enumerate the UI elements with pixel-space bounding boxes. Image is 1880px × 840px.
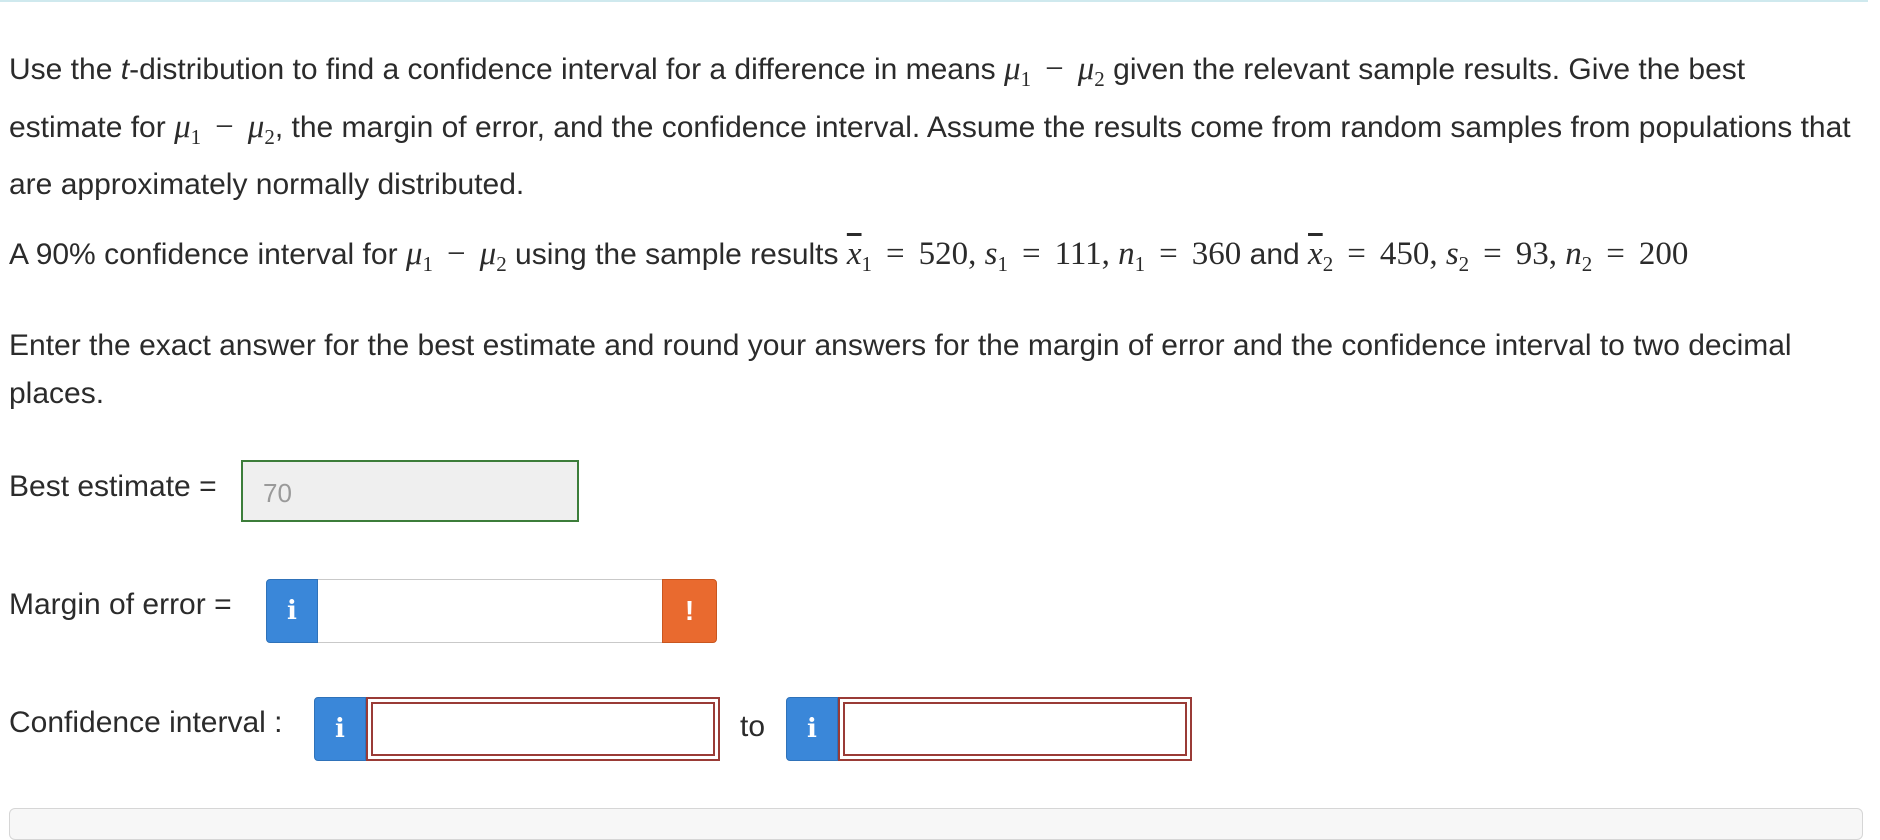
problem-setup: A 90% confidence interval for μ1− μ2 usin… [9, 230, 1859, 288]
mu1-minus-mu2: μ1− μ2 [174, 109, 275, 149]
ci-lower-input[interactable] [366, 697, 720, 761]
margin-of-error-label: Margin of error = [9, 588, 232, 621]
warning-icon[interactable]: ! [662, 579, 717, 643]
top-divider [0, 0, 1868, 2]
info-icon[interactable]: i [314, 697, 366, 761]
best-estimate-label: Best estimate = [9, 470, 217, 503]
problem-instructions: Enter the exact answer for the best esti… [9, 329, 1792, 410]
setup-and: and [1241, 238, 1309, 271]
best-estimate-input[interactable]: 70 [241, 460, 579, 522]
ci-to-label: to [740, 710, 766, 743]
info-icon[interactable]: i [786, 697, 838, 761]
intro-t-letter: t [120, 53, 130, 86]
sample-results-1: x1 = 520, s1 = 111, n1 = 360 [846, 236, 1242, 276]
intro-text-4: , the margin of error, and the confidenc… [9, 111, 1851, 201]
sample-results-2: x2 = 450, s2 = 93, n2 = 200 [1308, 236, 1689, 276]
confidence-interval-label: Confidence interval : [9, 706, 283, 739]
mu1-minus-mu2: μ1− μ2 [405, 236, 507, 276]
ci-upper-input[interactable] [838, 697, 1192, 761]
info-icon[interactable]: i [266, 579, 318, 643]
intro-text-1: Use the [9, 53, 121, 86]
setup-text-2: using the sample results [506, 238, 847, 271]
problem-intro: Use the t-distribution to find a confide… [9, 45, 1859, 209]
mu1-minus-mu2: μ1− μ2 [1004, 51, 1105, 91]
bottom-panel [9, 808, 1863, 840]
margin-of-error-input[interactable] [318, 579, 663, 643]
intro-text-2: -distribution to find a confidence inter… [129, 53, 1005, 86]
setup-text-1: A 90% confidence interval for [9, 238, 406, 271]
